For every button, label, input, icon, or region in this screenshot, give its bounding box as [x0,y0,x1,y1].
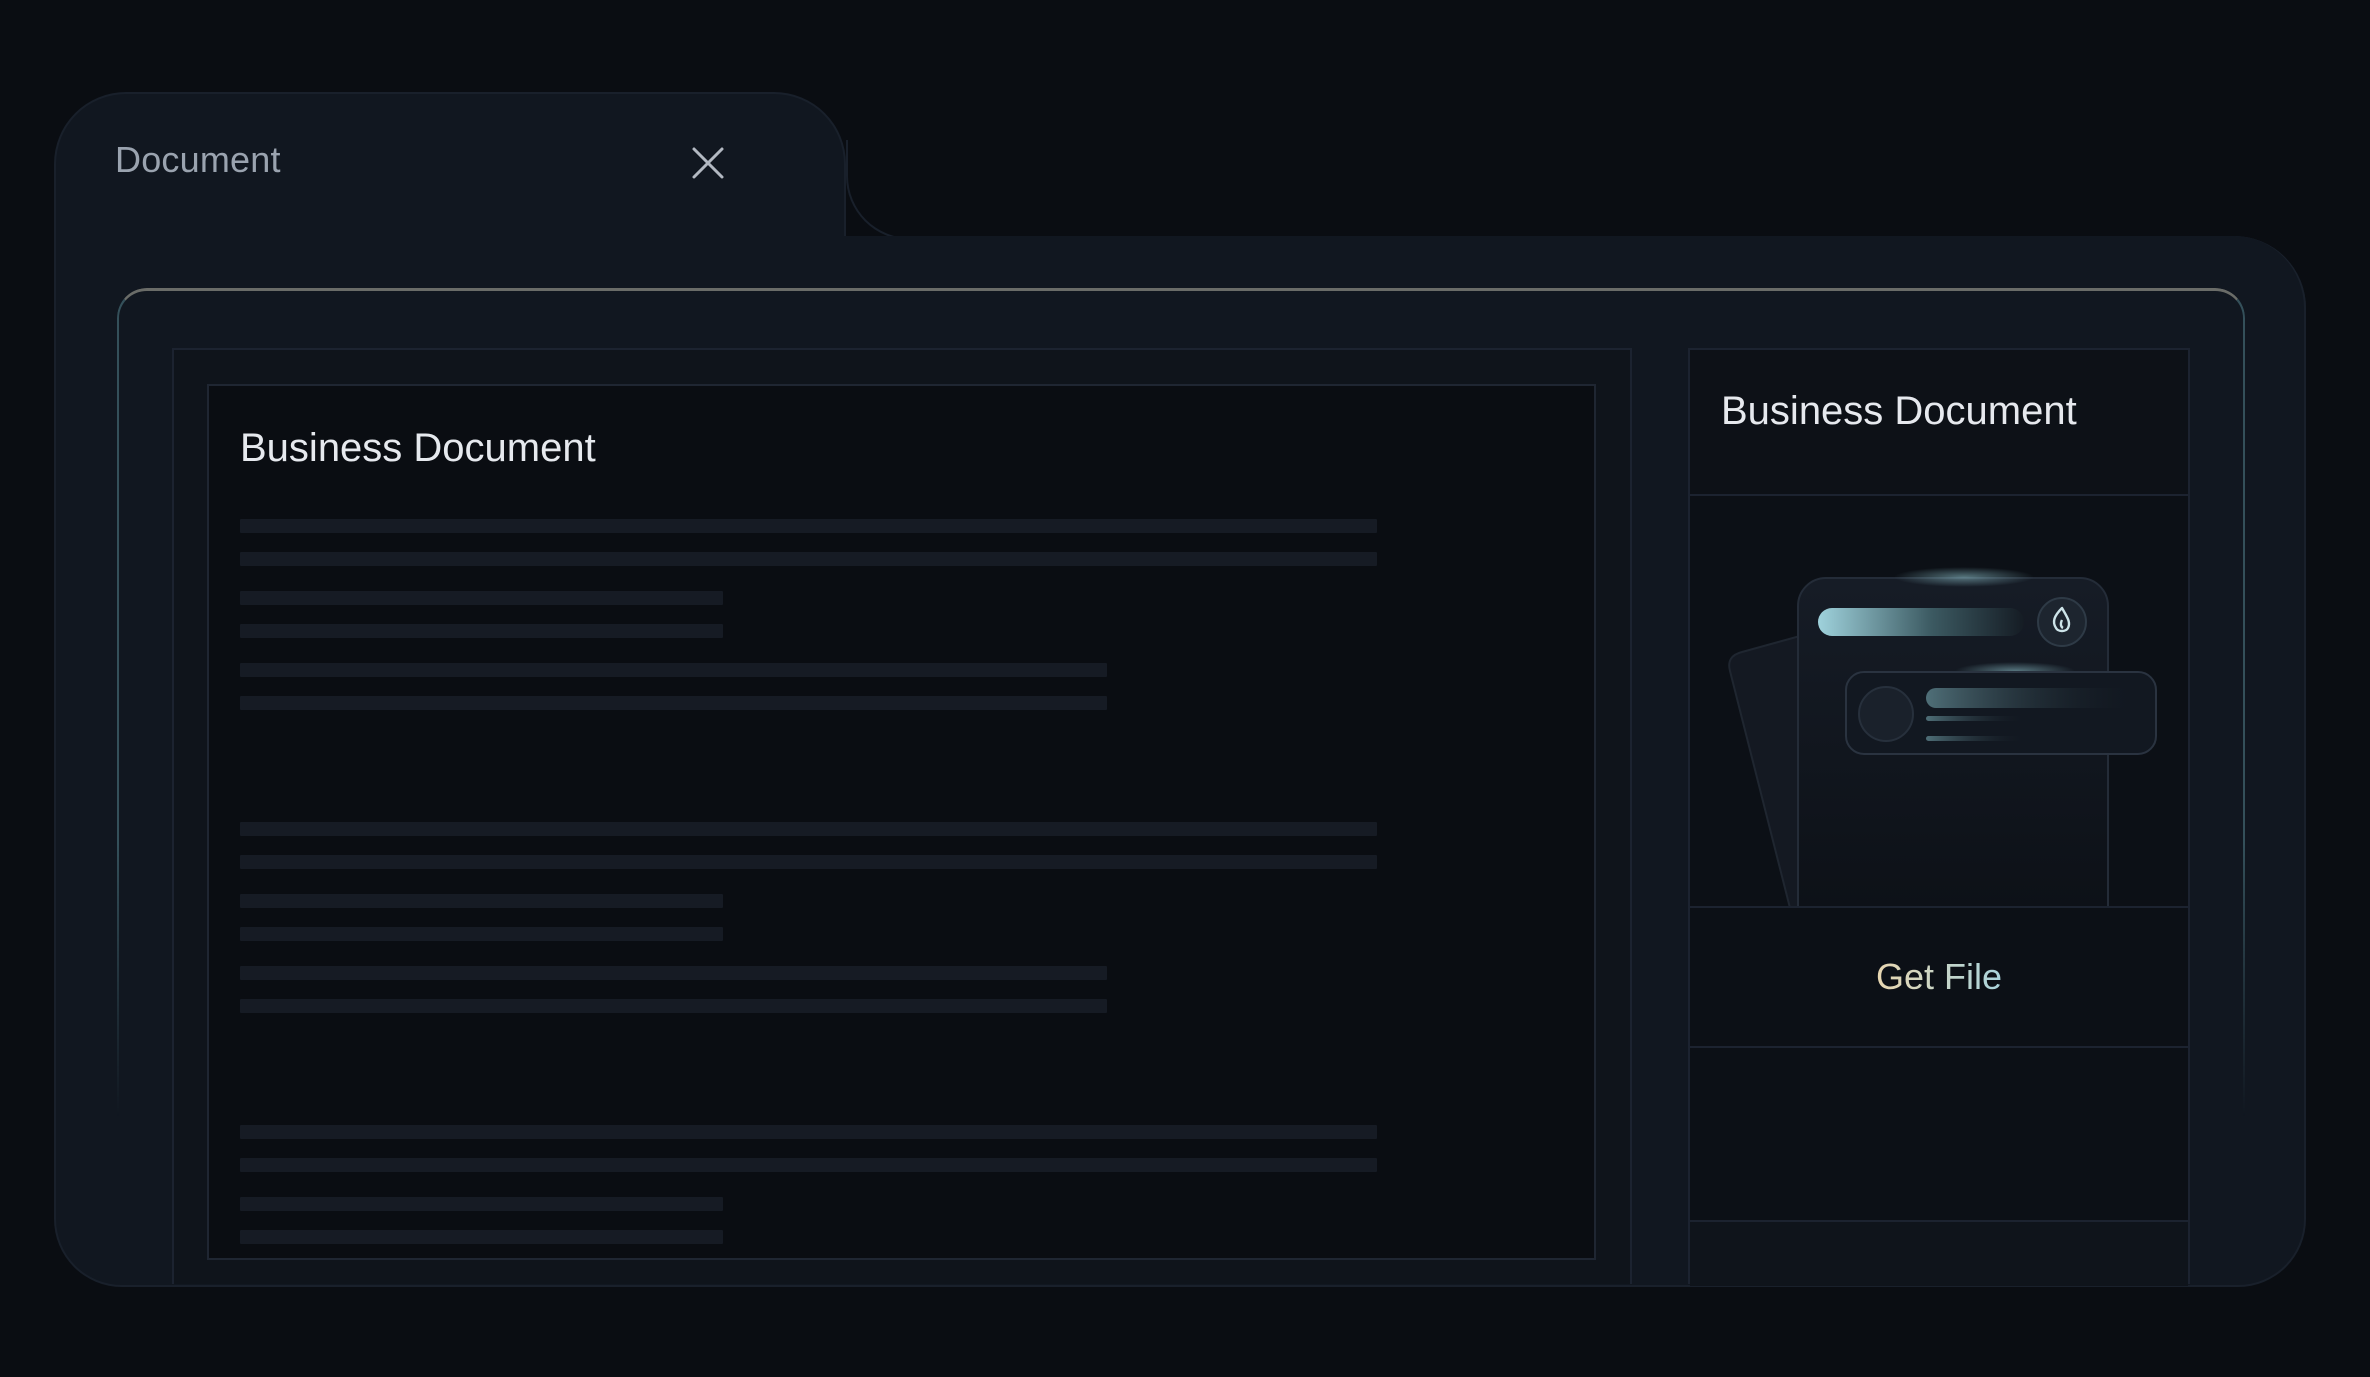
placeholder-line [240,999,1107,1013]
placeholder-line [240,696,1107,710]
placeholder-line [240,519,1377,533]
placeholder-line [240,624,723,638]
app-stage: Document Business Document Business Docu… [0,0,2370,1377]
placeholder-line [240,966,1107,980]
placeholder-line [240,894,723,908]
close-icon [692,147,724,179]
sidebar-header: Business Document [1690,350,2188,496]
get-file-label: Get File [1875,956,2003,997]
placeholder-line [240,927,723,941]
placeholder-line [240,1197,723,1211]
placeholder-line [240,1125,1377,1139]
document-title: Business Document [240,426,596,470]
placeholder-line [240,1230,723,1244]
placeholder-line [240,1158,1377,1172]
window-tab-notch [846,140,916,240]
sidebar-footer [1690,1222,2188,1286]
file-sidebar: Business Document Get File [1688,348,2190,1286]
placeholder-line [240,855,1377,869]
placeholder-line [240,663,1107,677]
document-page[interactable]: Business Document [207,384,1596,1260]
placeholder-line [240,591,723,605]
placeholder-line [240,822,1377,836]
window-tab-title: Document [115,139,281,180]
close-button[interactable] [680,135,736,191]
file-illustration [1690,496,2188,908]
sidebar-title: Business Document [1721,389,2077,433]
get-file-button[interactable]: Get File [1690,908,2188,1048]
file-illustration-art [1728,567,2157,906]
placeholder-line [240,552,1377,566]
sidebar-empty-section [1690,1048,2188,1222]
